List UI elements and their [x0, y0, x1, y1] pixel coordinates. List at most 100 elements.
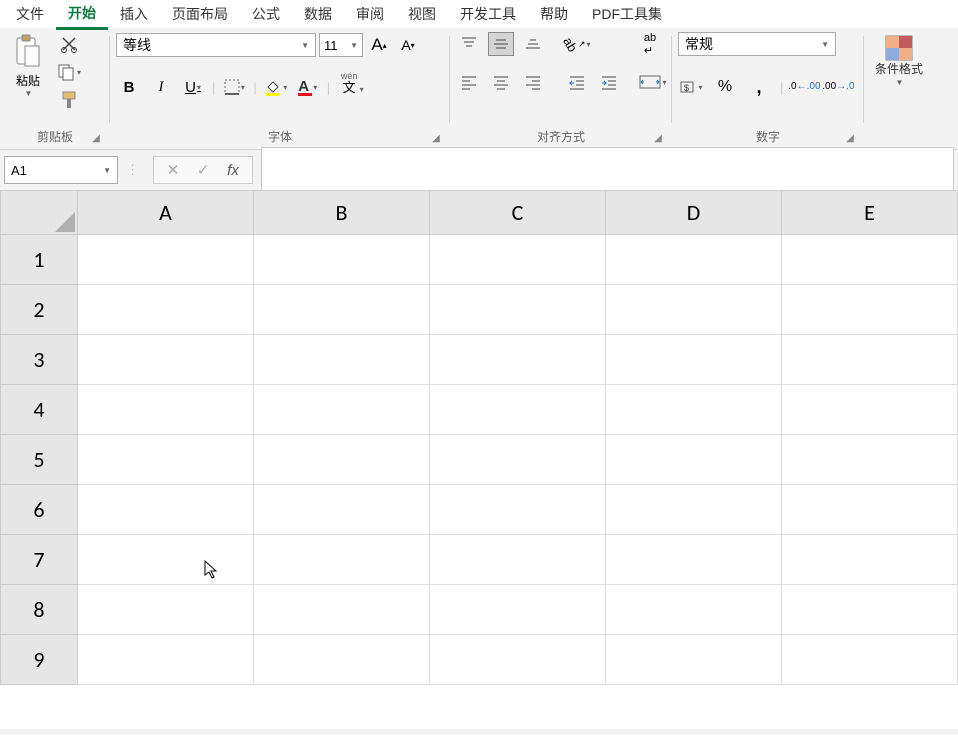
format-painter-button[interactable] — [54, 88, 83, 112]
menu-data[interactable]: 数据 — [292, 0, 344, 28]
cell-A3[interactable] — [78, 335, 254, 385]
row-header-6[interactable]: 6 — [1, 485, 78, 535]
increase-font-button[interactable]: A▴ — [366, 32, 392, 58]
paste-button[interactable] — [11, 32, 45, 72]
cell-C3[interactable] — [430, 335, 606, 385]
cell-B2[interactable] — [254, 285, 430, 335]
cell-D2[interactable] — [606, 285, 782, 335]
cell-C2[interactable] — [430, 285, 606, 335]
menu-page-layout[interactable]: 页面布局 — [160, 0, 240, 28]
number-format-select[interactable]: 常规▼ — [678, 32, 836, 56]
cell-D5[interactable] — [606, 435, 782, 485]
alignment-launcher-icon[interactable]: ◢ — [652, 133, 664, 145]
row-header-8[interactable]: 8 — [1, 585, 78, 635]
cell-E2[interactable] — [782, 285, 958, 335]
cell-D7[interactable] — [606, 535, 782, 585]
cell-B9[interactable] — [254, 635, 430, 685]
fill-color-button[interactable]: ▾ — [263, 74, 289, 100]
italic-button[interactable]: I — [148, 74, 174, 100]
cell-E6[interactable] — [782, 485, 958, 535]
align-top-button[interactable] — [456, 32, 482, 56]
row-header-9[interactable]: 9 — [1, 635, 78, 685]
cell-B7[interactable] — [254, 535, 430, 585]
row-header-3[interactable]: 3 — [1, 335, 78, 385]
number-launcher-icon[interactable]: ◢ — [844, 133, 856, 145]
col-header-B[interactable]: B — [254, 191, 430, 235]
name-box[interactable]: A1▼ — [4, 156, 118, 184]
font-launcher-icon[interactable]: ◢ — [430, 133, 442, 145]
row-header-4[interactable]: 4 — [1, 385, 78, 435]
cell-A5[interactable] — [78, 435, 254, 485]
row-header-1[interactable]: 1 — [1, 235, 78, 285]
menu-formulas[interactable]: 公式 — [240, 0, 292, 28]
comma-button[interactable]: , — [746, 74, 772, 100]
cell-E3[interactable] — [782, 335, 958, 385]
menu-review[interactable]: 审阅 — [344, 0, 396, 28]
row-header-5[interactable]: 5 — [1, 435, 78, 485]
copy-button[interactable]: ▾ — [54, 60, 83, 84]
select-all-corner[interactable] — [1, 191, 78, 235]
cell-A9[interactable] — [78, 635, 254, 685]
cell-D4[interactable] — [606, 385, 782, 435]
cell-B6[interactable] — [254, 485, 430, 535]
cell-A6[interactable] — [78, 485, 254, 535]
clipboard-launcher-icon[interactable]: ◢ — [90, 133, 102, 145]
cell-E7[interactable] — [782, 535, 958, 585]
cell-D8[interactable] — [606, 585, 782, 635]
cell-B4[interactable] — [254, 385, 430, 435]
cell-D9[interactable] — [606, 635, 782, 685]
cell-C5[interactable] — [430, 435, 606, 485]
cell-C6[interactable] — [430, 485, 606, 535]
conditional-formatting-button[interactable]: 条件格式 ▼ — [870, 32, 928, 90]
cell-B3[interactable] — [254, 335, 430, 385]
cell-E8[interactable] — [782, 585, 958, 635]
underline-button[interactable]: U▾ — [180, 74, 206, 100]
align-middle-button[interactable] — [488, 32, 514, 56]
decrease-decimal-button[interactable]: .00→.0 — [825, 74, 851, 100]
bold-button[interactable]: B — [116, 74, 142, 100]
cut-button[interactable] — [54, 32, 83, 56]
cell-B1[interactable] — [254, 235, 430, 285]
merge-center-button[interactable]: ▾ — [634, 70, 672, 94]
cell-C4[interactable] — [430, 385, 606, 435]
row-header-7[interactable]: 7 — [1, 535, 78, 585]
cell-C1[interactable] — [430, 235, 606, 285]
menu-file[interactable]: 文件 — [4, 0, 56, 28]
menu-home[interactable]: 开始 — [56, 0, 108, 30]
align-bottom-button[interactable] — [520, 32, 546, 56]
border-button[interactable]: ▾ — [221, 74, 247, 100]
cell-E4[interactable] — [782, 385, 958, 435]
cell-A1[interactable] — [78, 235, 254, 285]
font-size-select[interactable]: 11▼ — [319, 33, 363, 57]
cell-C7[interactable] — [430, 535, 606, 585]
decrease-indent-button[interactable] — [564, 70, 590, 94]
menu-help[interactable]: 帮助 — [528, 0, 580, 28]
cell-C8[interactable] — [430, 585, 606, 635]
col-header-D[interactable]: D — [606, 191, 782, 235]
cell-A8[interactable] — [78, 585, 254, 635]
cell-C9[interactable] — [430, 635, 606, 685]
increase-indent-button[interactable] — [596, 70, 622, 94]
align-center-button[interactable] — [488, 70, 514, 94]
cell-D6[interactable] — [606, 485, 782, 535]
menu-insert[interactable]: 插入 — [108, 0, 160, 28]
menu-developer[interactable]: 开发工具 — [448, 0, 528, 28]
cell-A2[interactable] — [78, 285, 254, 335]
cell-B8[interactable] — [254, 585, 430, 635]
col-header-E[interactable]: E — [782, 191, 958, 235]
formula-input[interactable] — [261, 147, 954, 193]
align-right-button[interactable] — [520, 70, 546, 94]
col-header-C[interactable]: C — [430, 191, 606, 235]
fx-button[interactable]: fx — [218, 162, 248, 179]
wrap-text-button[interactable]: ab↵ — [634, 32, 666, 56]
font-name-select[interactable]: 等线▼ — [116, 33, 316, 57]
orientation-button[interactable]: ab↗▾ — [564, 32, 590, 56]
cell-E1[interactable] — [782, 235, 958, 285]
font-color-button[interactable]: A▾ — [295, 74, 321, 100]
accounting-format-button[interactable]: $▾ — [678, 74, 704, 100]
cell-E5[interactable] — [782, 435, 958, 485]
percent-button[interactable]: % — [712, 74, 738, 100]
row-header-2[interactable]: 2 — [1, 285, 78, 335]
align-left-button[interactable] — [456, 70, 482, 94]
menu-view[interactable]: 视图 — [396, 0, 448, 28]
